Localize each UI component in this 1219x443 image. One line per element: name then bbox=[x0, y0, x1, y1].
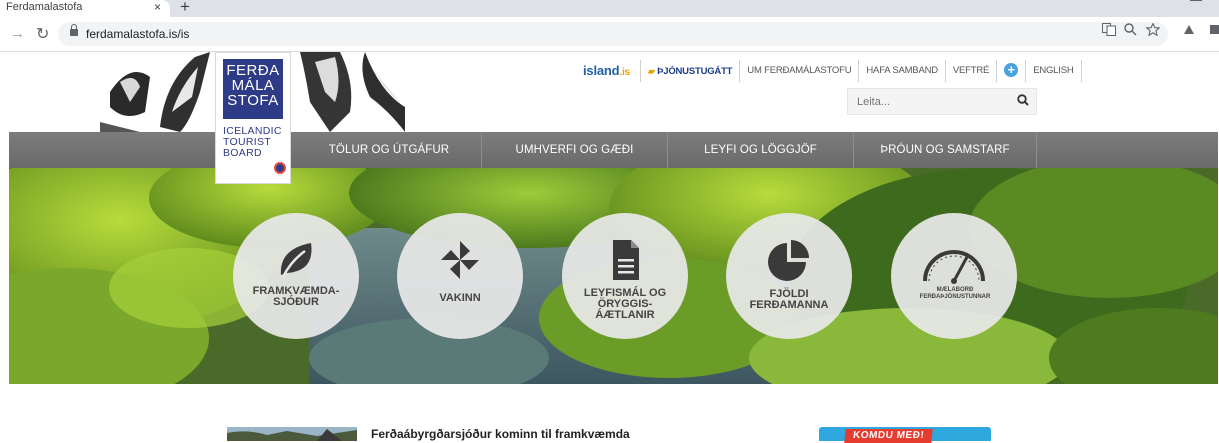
about-link[interactable]: UM FERÐAMÁLASTOFU bbox=[740, 60, 860, 82]
news-thumbnail[interactable] bbox=[227, 427, 357, 441]
url-text[interactable]: ferdamalastofa.is/is bbox=[86, 27, 189, 41]
english-link[interactable]: ENGLISH bbox=[1026, 60, 1082, 82]
nav-item-development[interactable]: ÞRÓUN OG SAMSTARF bbox=[854, 132, 1036, 168]
document-icon bbox=[613, 240, 639, 280]
extension-icon[interactable] bbox=[1182, 23, 1196, 38]
minimize-icon[interactable] bbox=[1190, 0, 1202, 1]
hero-circle-label: LEYFISMÁL OG ÖRYGGIS-ÁÆTLANIR bbox=[583, 287, 667, 321]
nav-item-environment[interactable]: UMHVERFI OG GÆÐI bbox=[482, 132, 667, 168]
logo-line-2: MÁLA bbox=[231, 77, 275, 94]
promo-banner[interactable]: KOMDU MEÐ! bbox=[819, 427, 991, 443]
service-portal-label: ÞJÓNUSTUGÁTT bbox=[657, 66, 733, 77]
sitemap-link[interactable]: VEFTRÉ bbox=[946, 60, 998, 82]
logo-line-3: STOFA bbox=[227, 92, 279, 109]
new-tab-icon[interactable]: + bbox=[180, 0, 190, 17]
key-icon: ▰ bbox=[647, 66, 655, 76]
browser-tab-bar: Ferdamalastofa × + bbox=[0, 0, 1219, 17]
service-portal-link[interactable]: ▰ ÞJÓNUSTUGÁTT bbox=[641, 60, 741, 82]
island-link-suffix: .is bbox=[619, 67, 630, 78]
plus-icon: + bbox=[1004, 63, 1019, 78]
logo-sub-line-3: BOARD bbox=[223, 147, 262, 159]
hero-circle-dashboard[interactable]: MÆLABORÐ FERÐAÞJÓNUSTUNNAR bbox=[891, 213, 1017, 339]
contact-link[interactable]: HAFA SAMBAND bbox=[859, 60, 946, 82]
reload-icon[interactable]: ↻ bbox=[36, 24, 49, 44]
bookmark-star-icon[interactable] bbox=[1145, 22, 1161, 39]
hero-circle-label: MÆLABORÐ FERÐAÞJÓNUSTUNNAR bbox=[919, 287, 991, 300]
hero-circle-tourists[interactable]: FJÖLDI FERÐAMANNA bbox=[726, 213, 852, 339]
extension-puzzle-icon[interactable] bbox=[1210, 23, 1219, 38]
logo-emblem-icon bbox=[274, 162, 286, 174]
hero-circle-fund[interactable]: FRAMKVÆMDA-SJÓÐUR bbox=[233, 213, 359, 339]
hero-banner: FRAMKVÆMDA-SJÓÐUR VAKINN LEYFISMÁL OG ÖR… bbox=[9, 168, 1218, 384]
site-header: island.is ▰ ÞJÓNUSTUGÁTT UM FERÐAMÁLASTO… bbox=[0, 52, 1219, 132]
nav-item-licenses[interactable]: LEYFI OG LÖGGJÖF bbox=[668, 132, 853, 168]
nav-separator bbox=[1036, 132, 1037, 168]
hero-circle-label: FRAMKVÆMDA-SJÓÐUR bbox=[252, 285, 340, 308]
hero-circle-label: FJÖLDI FERÐAMANNA bbox=[749, 288, 829, 311]
pie-chart-icon bbox=[768, 240, 809, 281]
search-input[interactable] bbox=[848, 89, 1008, 114]
hero-circle-label: VAKINN bbox=[439, 292, 481, 304]
browser-tab[interactable]: Ferdamalastofa × bbox=[0, 0, 170, 17]
island-link[interactable]: island.is bbox=[583, 60, 641, 82]
search-box bbox=[847, 88, 1037, 115]
lock-icon[interactable] bbox=[70, 24, 78, 36]
zoom-icon[interactable] bbox=[1124, 23, 1137, 39]
leaf-icon bbox=[280, 243, 312, 278]
address-bar-row: → ↻ ferdamalastofa.is/is bbox=[0, 17, 1219, 52]
translate-icon[interactable] bbox=[1102, 23, 1116, 39]
news-title[interactable]: Ferðaábyrgðarsjóður kominn til framkvæmd… bbox=[371, 427, 630, 441]
forward-arrow-icon[interactable]: → bbox=[10, 25, 25, 42]
site-logo[interactable]: FERÐA MÁLA STOFA ICELANDIC TOURIST BOARD bbox=[215, 52, 291, 184]
tab-close-icon[interactable]: × bbox=[154, 0, 161, 14]
logo-subtitle: ICELANDIC TOURIST BOARD bbox=[223, 126, 285, 159]
main-nav: TÖLUR OG ÚTGÁFUR UMHVERFI OG GÆÐI LEYFI … bbox=[9, 132, 1218, 168]
search-icon[interactable] bbox=[1017, 94, 1029, 106]
top-links-bar: island.is ▰ ÞJÓNUSTUGÁTT UM FERÐAMÁLASTO… bbox=[583, 60, 1082, 82]
nav-item-statistics[interactable]: TÖLUR OG ÚTGÁFUR bbox=[297, 132, 481, 168]
logo-mark: FERÐA MÁLA STOFA bbox=[223, 59, 283, 119]
tab-title: Ferdamalastofa bbox=[6, 1, 83, 13]
address-bar[interactable]: ferdamalastofa.is/is bbox=[58, 22, 1168, 46]
pinwheel-icon bbox=[441, 241, 479, 279]
island-link-label: island bbox=[583, 63, 620, 78]
hero-circle-licenses[interactable]: LEYFISMÁL OG ÖRYGGIS-ÁÆTLANIR bbox=[562, 213, 688, 339]
plus-link[interactable]: + bbox=[997, 60, 1027, 82]
logo-line-1: FERÐA bbox=[226, 62, 280, 79]
hero-circle-vakinn[interactable]: VAKINN bbox=[397, 213, 523, 339]
gauge-icon bbox=[923, 250, 985, 284]
